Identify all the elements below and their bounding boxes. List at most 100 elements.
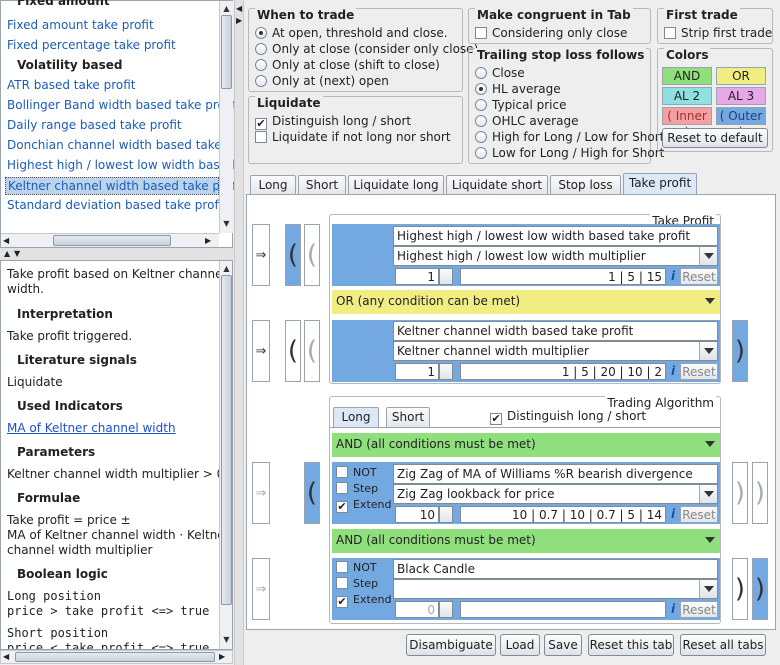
ta-cond2-not-checkbox[interactable]: NOT: [336, 560, 377, 576]
radio-only-at-close-shift[interactable]: Only at close (shift to close): [255, 57, 440, 73]
save-button[interactable]: Save: [544, 634, 582, 656]
tab-take-profit[interactable]: Take profit: [623, 173, 697, 194]
tab-stop-loss[interactable]: Stop loss: [550, 175, 621, 194]
ta-cond1-name[interactable]: Zig Zag of MA of Williams %R bearish div…: [393, 464, 718, 484]
radio-typical-price[interactable]: Typical price: [475, 97, 566, 113]
reset-this-tab-button[interactable]: Reset this tab: [588, 634, 674, 656]
tp-cond2-param-select[interactable]: Keltner channel width multiplier: [393, 341, 718, 361]
radio-high-long-low-short[interactable]: High for Long / Low for Short: [475, 129, 664, 145]
ta-open-paren-1[interactable]: (: [304, 462, 320, 524]
scroll-right-arrow-icon[interactable]: ▶: [219, 651, 225, 663]
tp-cond1-name[interactable]: Highest high / lowest low width based ta…: [393, 226, 718, 246]
tp-cond2-reset-button[interactable]: Reset: [680, 363, 718, 380]
ta-and-dropdown-2[interactable]: [700, 531, 719, 551]
tab-short[interactable]: Short: [298, 175, 346, 194]
collapse-up-arrow-icon[interactable]: ▲: [4, 249, 10, 258]
reset-all-tabs-button[interactable]: Reset all tabs: [680, 634, 766, 656]
dropdown-arrow-icon[interactable]: [701, 531, 719, 551]
dropdown-arrow-icon[interactable]: [699, 342, 717, 360]
ta-cond2-stepper[interactable]: [439, 601, 453, 618]
scroll-right-arrow-icon[interactable]: ▶: [205, 234, 211, 247]
tp-or-dropdown[interactable]: [700, 292, 719, 312]
scroll-down-arrow-icon[interactable]: ▼: [221, 633, 232, 646]
tp-cond1-value[interactable]: 1: [395, 268, 439, 285]
doc-scroll-thumb[interactable]: [221, 275, 232, 605]
ta-close-paren-outer-1[interactable]: ): [752, 462, 768, 524]
distinguish-long-short-checkbox[interactable]: ✔ Distinguish long / short: [255, 113, 411, 130]
list-item[interactable]: Donchian channel width based take pr: [7, 137, 238, 153]
ta-distinguish-checkbox[interactable]: ✔ Distinguish long / short: [490, 408, 646, 425]
open-paren-outer-1[interactable]: (: [285, 224, 301, 286]
ta-eq-1[interactable]: ⇒: [252, 462, 270, 524]
list-item[interactable]: Daily range based take profit: [7, 117, 182, 133]
strip-first-trade-checkbox[interactable]: Strip first trade: [664, 25, 772, 41]
ta-cond1-param-select[interactable]: Zig Zag lookback for price: [393, 484, 718, 504]
open-paren-outer-2[interactable]: (: [285, 320, 301, 382]
color-swatch[interactable]: ( Outer ): [716, 107, 766, 139]
doc-horizontal-scrollbar[interactable]: ◀ ▶: [0, 650, 233, 664]
info-icon[interactable]: i: [666, 601, 680, 618]
tp-cond1-param-select[interactable]: Highest high / lowest low width multipli…: [393, 246, 718, 266]
color-swatch[interactable]: ( Inner ): [662, 107, 712, 139]
info-icon[interactable]: i: [666, 363, 680, 380]
dropdown-arrow-icon[interactable]: [701, 435, 719, 455]
color-swatch[interactable]: AL 2: [662, 87, 712, 105]
expand-right-arrow-icon[interactable]: ▶: [236, 16, 242, 25]
list-scroll-thumb[interactable]: [221, 15, 232, 89]
ta-and-dropdown-1[interactable]: [700, 435, 719, 455]
list-item[interactable]: ATR based take profit: [7, 77, 135, 93]
ta-close-paren-inner-1[interactable]: ): [732, 462, 748, 524]
ta-cond2-range[interactable]: [460, 601, 666, 618]
tab-liquidate-short[interactable]: Liquidate short: [446, 175, 548, 194]
list-item[interactable]: Highest high / lowest low width based: [7, 157, 235, 173]
dropdown-arrow-icon[interactable]: [699, 485, 717, 503]
ta-close-paren-outer-2[interactable]: ): [752, 558, 768, 620]
ta-cond2-value[interactable]: 0: [395, 601, 439, 618]
doc-vertical-scrollbar[interactable]: ▲ ▼: [219, 261, 232, 649]
list-vertical-scrollbar[interactable]: ▲ ▼: [219, 1, 233, 233]
radio-only-at-next-open[interactable]: Only at (next) open: [255, 73, 389, 89]
reset-to-default-button[interactable]: Reset to default: [662, 128, 768, 148]
list-hscroll-thumb[interactable]: [53, 235, 171, 246]
scroll-left-arrow-icon[interactable]: ◀: [3, 234, 9, 247]
take-profit-eq-2[interactable]: ⇒: [252, 320, 270, 382]
dropdown-arrow-icon[interactable]: [699, 580, 717, 598]
list-horizontal-scrollbar[interactable]: ◀ ▶: [1, 233, 219, 247]
tab-long[interactable]: Long: [250, 175, 296, 194]
ta-cond1-range[interactable]: 10 | 0.7 | 10 | 0.7 | 5 | 14: [460, 506, 666, 523]
tp-cond1-reset-button[interactable]: Reset: [680, 268, 718, 285]
dropdown-arrow-icon[interactable]: [699, 247, 717, 265]
open-paren-inner-1[interactable]: (: [304, 224, 320, 286]
ta-cond2-extend-checkbox[interactable]: ✔ Extend: [336, 592, 392, 608]
tp-cond1-range[interactable]: 1 | 5 | 15: [460, 268, 666, 285]
ta-cond1-reset-button[interactable]: Reset: [680, 506, 718, 523]
scroll-up-arrow-icon[interactable]: ▲: [221, 262, 232, 275]
list-item[interactable]: Keltner channel width based take profi: [5, 177, 240, 195]
tp-cond2-value[interactable]: 1: [395, 363, 439, 380]
take-profit-list[interactable]: Fixed amount Fixed amount take profit Fix…: [0, 0, 240, 248]
color-swatch[interactable]: OR: [716, 67, 766, 85]
vertical-split-divider[interactable]: ◀ ▶: [234, 0, 244, 665]
ta-eq-2[interactable]: ⇒: [252, 558, 270, 620]
radio-low-long-high-short[interactable]: Low for Long / High for Short: [475, 145, 664, 161]
ta-and-connector-1[interactable]: AND (all conditions must be met): [332, 433, 720, 457]
radio-close[interactable]: Close: [475, 65, 525, 81]
tp-cond2-stepper[interactable]: [439, 363, 453, 380]
liquidate-if-not-checkbox[interactable]: Liquidate if not long nor short: [255, 129, 451, 145]
tp-cond1-stepper[interactable]: [439, 268, 453, 285]
ta-cond1-stepper[interactable]: [439, 506, 453, 523]
tp-cond2-name[interactable]: Keltner channel width based take profit: [393, 321, 718, 341]
ta-cond2-reset-button[interactable]: Reset: [680, 601, 718, 618]
ta-cond2-param-select[interactable]: [393, 579, 718, 599]
considering-only-close-checkbox[interactable]: Considering only close: [475, 25, 627, 41]
radio-at-open-threshold-close[interactable]: At open, threshold and close.: [255, 25, 448, 41]
ta-cond2-step-checkbox[interactable]: Step: [336, 576, 378, 592]
ta-cond1-extend-checkbox[interactable]: ✔ Extend: [336, 497, 392, 513]
ta-cond2-name[interactable]: Black Candle: [393, 559, 718, 579]
list-item[interactable]: Bollinger Band width based take profit: [7, 97, 237, 113]
ta-cond1-not-checkbox[interactable]: NOT: [336, 465, 377, 481]
ta-tab-short[interactable]: Short: [386, 407, 430, 427]
doc-indicator-link[interactable]: MA of Keltner channel width: [7, 421, 176, 436]
dropdown-arrow-icon[interactable]: [701, 292, 719, 312]
expand-down-arrow-icon[interactable]: ▼: [14, 249, 20, 258]
